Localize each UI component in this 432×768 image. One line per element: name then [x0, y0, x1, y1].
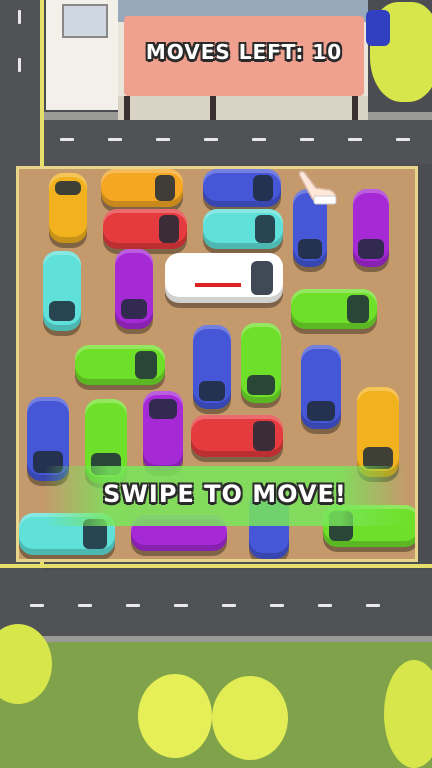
- moves-left-label: MOVES LEFT: 10: [145, 40, 343, 64]
- lane-dash: [204, 138, 218, 141]
- car-purple[interactable]: [353, 189, 389, 267]
- lane-dash: [300, 138, 314, 141]
- lane-dash: [270, 604, 284, 607]
- lane-dash: [30, 604, 44, 607]
- lane-dash: [78, 604, 92, 607]
- car-cyan[interactable]: [203, 209, 283, 249]
- car-cyan[interactable]: [43, 251, 81, 331]
- ambulance[interactable]: [165, 253, 283, 303]
- lane-dash: [174, 604, 188, 607]
- car-green[interactable]: [75, 345, 165, 385]
- lane-dash: [366, 604, 380, 607]
- shop-pillar: [124, 96, 130, 120]
- curb-bottom: [0, 564, 432, 568]
- building-window: [62, 4, 108, 38]
- lane-dash: [18, 58, 21, 72]
- tree: [138, 674, 212, 758]
- car-red[interactable]: [191, 415, 283, 457]
- lane-dash: [156, 138, 170, 141]
- car-purple[interactable]: [115, 249, 153, 329]
- lane-dash: [222, 604, 236, 607]
- shop-pillar: [210, 96, 216, 120]
- tree: [212, 676, 288, 760]
- lane-dash: [348, 138, 362, 141]
- car-yellow[interactable]: [49, 173, 87, 243]
- car-yellow[interactable]: [357, 387, 399, 477]
- hand-pointer-icon: [296, 168, 340, 208]
- lane-dash: [318, 604, 332, 607]
- car-green[interactable]: [241, 323, 281, 403]
- lane-dash: [252, 138, 266, 141]
- car-blue[interactable]: [203, 169, 281, 207]
- car-blue[interactable]: [301, 345, 341, 429]
- parked-car-topright: [366, 10, 390, 46]
- car-purple[interactable]: [143, 391, 183, 471]
- lane-dash: [126, 604, 140, 607]
- car-red[interactable]: [103, 209, 187, 249]
- shop-awning: [118, 96, 368, 120]
- car-green[interactable]: [291, 289, 377, 329]
- car-orange[interactable]: [101, 169, 183, 207]
- swipe-hint-text: SWIPE TO MOVE!: [103, 480, 347, 508]
- lane-dash: [18, 10, 21, 24]
- lane-dash: [396, 138, 410, 141]
- shop-pillar: [352, 96, 358, 120]
- car-blue[interactable]: [193, 325, 231, 409]
- lane-dash: [108, 138, 122, 141]
- lane-dash: [60, 138, 74, 141]
